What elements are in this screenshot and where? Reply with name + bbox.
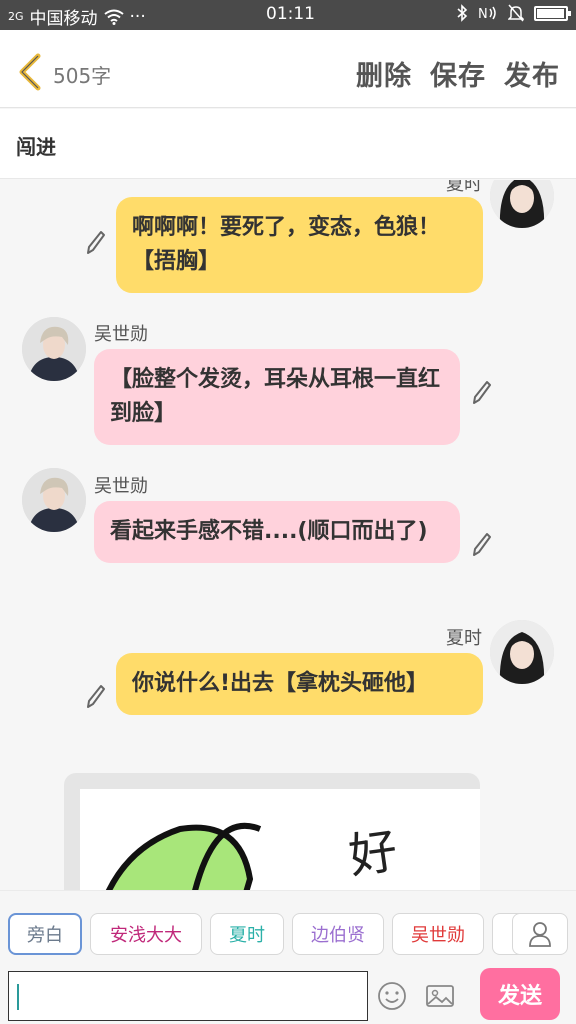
avatar[interactable] xyxy=(22,317,86,381)
delete-button[interactable]: 删除 xyxy=(356,54,412,93)
role-chip-wushixun[interactable]: 吴世勋 xyxy=(392,913,484,955)
send-button[interactable]: 发送 xyxy=(480,968,560,1020)
role-label: 夏时 xyxy=(229,925,265,946)
role-chip-xiashi[interactable]: 夏时 xyxy=(210,913,284,955)
avatar[interactable] xyxy=(490,180,554,228)
signal-indicator: 2G xyxy=(8,10,24,23)
word-count: 505字 xyxy=(53,64,112,88)
message-bubble[interactable]: 啊啊啊！要死了，变态，色狼！【捂胸】 xyxy=(116,197,483,293)
mute-bell-icon xyxy=(508,4,524,22)
person-icon xyxy=(529,922,551,947)
more-dots: ··· xyxy=(129,6,146,27)
speaker-name: 夏时 xyxy=(446,628,482,649)
avatar[interactable] xyxy=(22,468,86,532)
role-selector: 旁白 安浅大大 夏时 边伯贤 吴世勋 xyxy=(0,890,576,970)
pencil-icon[interactable] xyxy=(472,532,492,558)
image-icon[interactable] xyxy=(424,980,456,1012)
chapter-title: 闯进 xyxy=(16,135,56,159)
message-bubble[interactable]: 【脸整个发烫，耳朵从耳根一直红到脸】 xyxy=(94,349,460,445)
carrier-name: 中国移动 xyxy=(29,9,98,29)
sticker-text: 好 xyxy=(346,823,401,885)
chapter-title-bar[interactable]: 闯进 xyxy=(0,109,576,179)
pencil-icon[interactable] xyxy=(86,684,106,710)
pencil-icon[interactable] xyxy=(472,380,492,406)
editor-header: 505字 删除 保存 发布 xyxy=(0,30,576,108)
bluetooth-icon xyxy=(457,4,468,22)
role-label: 吴世勋 xyxy=(411,925,465,946)
wifi-icon xyxy=(103,9,124,25)
role-label: 旁白 xyxy=(27,925,63,946)
chevron-left-icon[interactable] xyxy=(14,52,46,92)
role-label: 安浅大大 xyxy=(110,925,182,946)
role-chip-narrator[interactable]: 旁白 xyxy=(8,913,82,955)
message-bubble[interactable]: 看起来手感不错....(顺口而出了) xyxy=(94,501,460,563)
battery-icon xyxy=(534,5,571,21)
save-button[interactable]: 保存 xyxy=(430,54,486,93)
status-bar: 2G 中国移动 ··· 01:11 N xyxy=(0,0,576,30)
clock: 01:11 xyxy=(266,4,315,24)
sticker-image: 好 xyxy=(80,789,480,890)
role-label: 边伯贤 xyxy=(311,925,365,946)
emoji-icon[interactable] xyxy=(376,980,408,1012)
nfc-icon: N xyxy=(478,6,496,21)
role-chip-anqian[interactable]: 安浅大大 xyxy=(90,913,202,955)
text-caret xyxy=(17,984,19,1010)
publish-button[interactable]: 发布 xyxy=(504,54,560,93)
speaker-name: 吴世勋 xyxy=(94,476,148,497)
chat-area[interactable]: 夏时 啊啊啊！要死了，变态，色狼！【捂胸】 吴世勋 【脸整个发烫，耳朵从耳根一直… xyxy=(0,180,576,890)
role-chip-bianboxian[interactable]: 边伯贤 xyxy=(292,913,384,955)
avatar[interactable] xyxy=(490,620,554,684)
message-bubble[interactable]: 你说什么!出去【拿枕头砸他】 xyxy=(116,653,483,715)
image-message[interactable]: 好 xyxy=(64,773,480,890)
pencil-icon[interactable] xyxy=(86,230,106,256)
input-bar: 发送 xyxy=(0,968,576,1024)
manage-roles-button[interactable] xyxy=(512,913,568,955)
message-input[interactable] xyxy=(8,971,368,1021)
speaker-name: 吴世勋 xyxy=(94,324,148,345)
speaker-name: 夏时 xyxy=(446,180,482,195)
svg-text:N: N xyxy=(478,7,488,21)
